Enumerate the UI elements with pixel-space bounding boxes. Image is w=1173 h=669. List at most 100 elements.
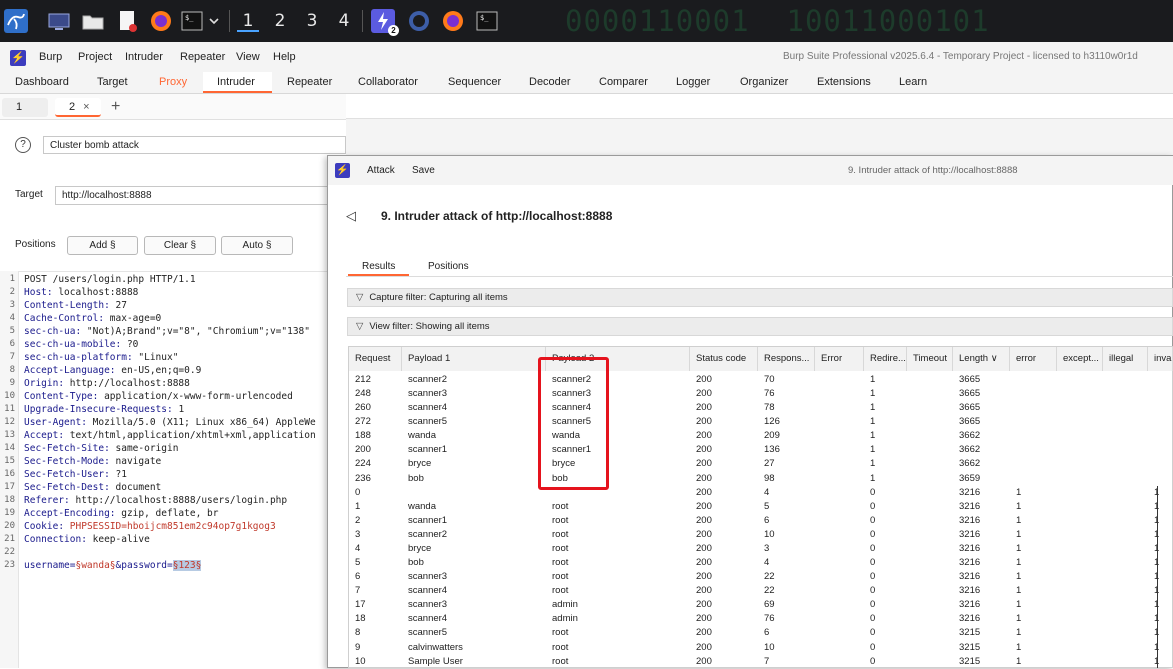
workspace-3[interactable]: 3 — [301, 10, 323, 32]
menu-view[interactable]: View — [236, 51, 260, 63]
payload-marker[interactable]: §wanda§ — [75, 560, 115, 571]
view-filter-bar[interactable]: ▽ View filter: Showing all items — [347, 317, 1173, 336]
back-icon[interactable]: ◁ — [346, 208, 356, 224]
intruder-tab-1[interactable]: 1 — [2, 98, 48, 117]
col-timeout — [907, 655, 953, 669]
workspace-2[interactable]: 2 — [269, 10, 291, 32]
intruder-tab-label: 1 — [16, 101, 23, 113]
col-timeout-header[interactable]: Timeout — [907, 347, 953, 371]
col-error — [815, 528, 864, 542]
col-status-code-header[interactable]: Status code — [690, 347, 758, 371]
tab-organizer[interactable]: Organizer — [740, 76, 788, 88]
col-grep-invalid: 1 — [1148, 584, 1173, 598]
tab-results[interactable]: Results — [348, 261, 410, 276]
col-payload-1-header[interactable]: Payload 1 — [402, 347, 546, 371]
auto-markers-button[interactable]: Auto § — [221, 236, 293, 255]
col-redirects: 0 — [870, 486, 876, 498]
desktop-icon[interactable] — [47, 9, 71, 33]
col-redirects: 0 — [870, 571, 876, 583]
terminal-icon[interactable]: $_ — [475, 9, 499, 33]
target-input[interactable]: http://localhost:8888 — [55, 186, 346, 205]
menu-repeater[interactable]: Repeater — [180, 51, 225, 63]
attack-type-select[interactable]: Cluster bomb attack — [43, 136, 346, 154]
col-timeout — [907, 514, 953, 528]
tab-logger[interactable]: Logger — [676, 76, 710, 88]
line-number: 14 — [4, 443, 15, 453]
col-payload-1: wanda — [408, 500, 436, 512]
tab-dashboard[interactable]: Dashboard — [15, 76, 69, 88]
add-tab-button[interactable]: + — [111, 98, 120, 116]
col-request: 260 — [355, 402, 371, 414]
menu-help[interactable]: Help — [273, 51, 296, 63]
tab-target[interactable]: Target — [97, 76, 128, 88]
clear-markers-button[interactable]: Clear § — [144, 236, 216, 255]
col-grep-illegal — [1103, 655, 1148, 669]
col-grep-exception — [1057, 443, 1103, 457]
col-redirects: 0 — [870, 500, 876, 512]
tab-extensions[interactable]: Extensions — [817, 76, 871, 88]
request-line: sec-ch-ua: "Not)A;Brand";v="8", "Chromiu… — [24, 326, 346, 337]
help-icon[interactable]: ? — [15, 137, 31, 153]
col-grep-invalid-header[interactable]: inva — [1148, 347, 1173, 371]
chevron-down-icon[interactable] — [206, 9, 230, 33]
close-icon[interactable]: × — [83, 101, 89, 113]
line-number: 23 — [4, 560, 15, 570]
firefox-icon[interactable] — [441, 9, 465, 33]
menu-intruder[interactable]: Intruder — [125, 51, 163, 63]
col-request-header[interactable]: Request — [349, 347, 402, 371]
kali-menu-icon[interactable] — [4, 9, 28, 33]
col-response: 3 — [764, 542, 770, 554]
intruder-tab-2[interactable]: 2 × — [55, 98, 101, 117]
payload-marker[interactable]: §123§ — [172, 560, 202, 571]
browser-icon[interactable] — [407, 9, 431, 33]
workspace-1[interactable]: 1 — [237, 10, 259, 32]
col-length-header[interactable]: Length ∨ — [953, 347, 1010, 371]
tab-intruder[interactable]: Intruder — [217, 76, 255, 88]
header-value: document — [109, 482, 162, 493]
tab-sequencer[interactable]: Sequencer — [448, 76, 501, 88]
line-number: 13 — [4, 430, 15, 440]
col-grep-exception-header[interactable]: except... — [1057, 347, 1103, 371]
tab-comparer[interactable]: Comparer — [599, 76, 648, 88]
col-grep-exception — [1057, 429, 1103, 443]
col-grep-error: 1 — [1016, 557, 1022, 569]
col-redirects: 0 — [870, 599, 876, 611]
col-request: 2 — [355, 514, 361, 526]
col-redirects-header[interactable]: Redire... — [864, 347, 907, 371]
header-name: Sec-Fetch-Dest: — [24, 482, 110, 493]
tab-decoder[interactable]: Decoder — [529, 76, 571, 88]
menu-project[interactable]: Project — [78, 51, 112, 63]
terminal-icon[interactable]: $_ — [180, 9, 204, 33]
col-error-header[interactable]: Error — [815, 347, 864, 371]
tab-proxy[interactable]: Proxy — [159, 76, 187, 88]
tab-learn[interactable]: Learn — [899, 76, 927, 88]
col-grep-exception — [1057, 387, 1103, 401]
menu-burp[interactable]: Burp — [39, 51, 62, 63]
firefox-icon[interactable] — [149, 9, 173, 33]
add-marker-button[interactable]: Add § — [67, 236, 138, 255]
col-redirects: 1 — [870, 402, 876, 414]
header-name: Accept-Language: — [24, 365, 116, 376]
tab-repeater[interactable]: Repeater — [287, 76, 332, 88]
col-response-header[interactable]: Respons... — [758, 347, 815, 371]
file-manager-icon[interactable] — [81, 9, 105, 33]
text-editor-icon[interactable] — [115, 9, 139, 33]
line-number: 21 — [4, 534, 15, 544]
col-grep-error-header[interactable]: error — [1010, 347, 1057, 371]
menu-save[interactable]: Save — [412, 165, 435, 176]
capture-filter-bar[interactable]: ▽ Capture filter: Capturing all items — [347, 288, 1173, 307]
workspace-4[interactable]: 4 — [333, 10, 355, 32]
col-grep-illegal-header[interactable]: illegal — [1103, 347, 1148, 371]
menu-attack[interactable]: Attack — [367, 165, 395, 176]
col-grep-exception — [1057, 528, 1103, 542]
col-timeout — [907, 387, 953, 401]
request-line: User-Agent: Mozilla/5.0 (X11; Linux x86_… — [24, 417, 346, 428]
col-payload-1: scanner3 — [408, 571, 448, 583]
tab-positions[interactable]: Positions — [428, 261, 469, 272]
tab-collaborator[interactable]: Collaborator — [358, 76, 418, 88]
col-timeout — [907, 457, 953, 471]
col-status-code: 200 — [696, 627, 712, 639]
col-redirects: 1 — [870, 430, 876, 442]
line-number: 19 — [4, 508, 15, 518]
col-response: 10 — [764, 641, 775, 653]
